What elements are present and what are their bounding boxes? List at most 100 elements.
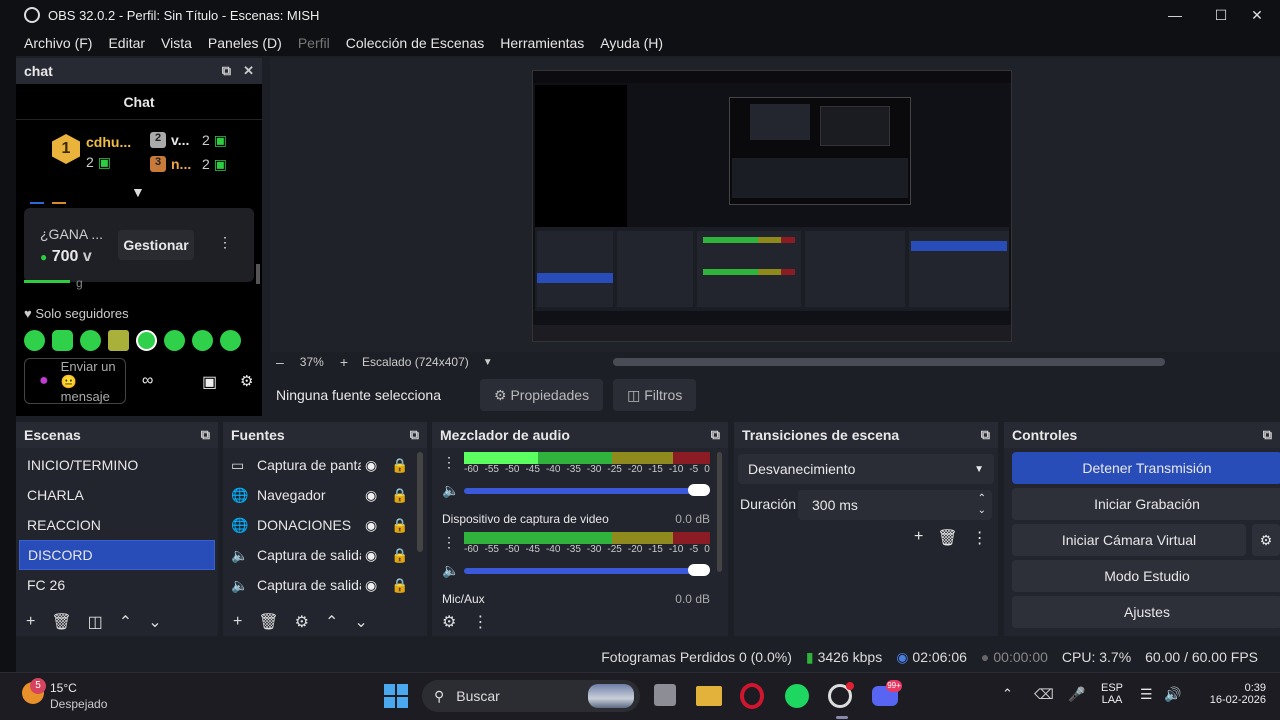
language-indicator[interactable]: ESP LAA	[1100, 682, 1124, 706]
zoom-out-button[interactable]: –	[276, 354, 284, 370]
scrollbar[interactable]	[717, 452, 722, 572]
undock-icon[interactable]: ⧉	[222, 63, 231, 79]
speaker-icon[interactable]: 🔈	[442, 562, 459, 579]
menu-coleccion[interactable]: Colección de Escenas	[346, 35, 485, 51]
channel-menu-icon[interactable]: ⋮	[442, 534, 456, 551]
chevron-down-icon[interactable]: ⌄	[148, 612, 161, 632]
weather-desc[interactable]: Despejado	[50, 697, 107, 711]
wifi-icon[interactable]: ☰	[1140, 686, 1153, 703]
duration-spinbox[interactable]: 300 ms ⌃ ⌄	[798, 490, 992, 520]
menu-perfil[interactable]: Perfil	[298, 35, 330, 51]
channel2-volume-slider[interactable]	[464, 564, 710, 576]
task-view-icon[interactable]	[654, 684, 676, 706]
start-recording-button[interactable]: Iniciar Grabación	[1012, 488, 1280, 520]
undock-icon[interactable]: ⧉	[981, 427, 990, 443]
no-network-icon[interactable]: ⌫	[1034, 686, 1054, 703]
menu-ayuda[interactable]: Ayuda (H)	[600, 35, 663, 51]
mic-icon[interactable]: 🎤	[1068, 686, 1085, 703]
virtual-camera-settings-button[interactable]: ⚙	[1252, 524, 1280, 556]
channel-menu-icon[interactable]: ⋮	[442, 454, 456, 471]
emote-icon[interactable]	[108, 330, 129, 351]
expand-icon[interactable]: ▼	[131, 184, 145, 200]
leader3-name[interactable]: n...	[171, 156, 191, 172]
close-icon[interactable]: ✕	[243, 63, 254, 79]
stop-streaming-button[interactable]: Detener Transmisión	[1012, 452, 1280, 484]
undock-icon[interactable]: ⧉	[201, 427, 210, 443]
gear-icon[interactable]: ⚙	[240, 372, 253, 390]
scene-item-selected[interactable]: DISCORD	[19, 540, 215, 570]
prediction-card[interactable]: ¿GANA ... ● 700 v Gestionar ⋮	[24, 208, 254, 282]
menu-herramientas[interactable]: Herramientas	[500, 35, 584, 51]
undock-icon[interactable]: ⧉	[711, 427, 720, 443]
studio-mode-button[interactable]: Modo Estudio	[1012, 560, 1280, 592]
weather-temp[interactable]: 15°C	[50, 681, 77, 695]
leader1-name[interactable]: cdhu...	[86, 134, 131, 150]
close-button[interactable]: ✕	[1234, 0, 1280, 30]
chat-input[interactable]: ● Enviar un 😐 mensaje	[24, 358, 126, 404]
trash-icon[interactable]: 🗑	[51, 612, 71, 632]
chevron-down-icon[interactable]: ⌄	[354, 612, 367, 632]
chevron-up-icon[interactable]: ⌃	[325, 612, 338, 632]
gear-icon[interactable]: ⚙	[295, 612, 309, 632]
scaling-dropdown-icon[interactable]: ▼	[483, 357, 493, 368]
emote-icon[interactable]	[220, 330, 241, 351]
emote-icon[interactable]	[52, 330, 73, 351]
add-icon[interactable]: +	[233, 613, 242, 631]
filter-icon[interactable]: ◫	[88, 612, 103, 632]
gear-icon[interactable]: ⚙	[442, 612, 456, 632]
speaker-icon[interactable]: 🔈	[442, 482, 459, 499]
settings-button[interactable]: Ajustes	[1012, 596, 1280, 628]
chevron-up-icon[interactable]: ⌃	[1002, 686, 1013, 702]
menu-paneles[interactable]: Paneles (D)	[208, 35, 282, 51]
minimize-button[interactable]: —	[1152, 0, 1198, 30]
store-icon[interactable]: ▣	[202, 372, 217, 392]
chevron-up-icon[interactable]: ⌃	[119, 612, 132, 632]
transition-select[interactable]: Desvanecimiento ▼	[738, 454, 994, 484]
opera-icon[interactable]	[740, 683, 764, 709]
manage-button[interactable]: Gestionar	[118, 230, 194, 260]
more-options-icon[interactable]: ⋮	[472, 612, 488, 632]
source-item[interactable]: 🔈Captura de salida de audio◉🔒	[223, 540, 427, 570]
source-item[interactable]: 🌐 Navegador ◉ 🔒	[223, 480, 427, 510]
trash-icon[interactable]: 🗑	[937, 528, 957, 548]
scene-item[interactable]: FC 26	[19, 570, 215, 600]
add-icon[interactable]: +	[26, 613, 35, 631]
preview-scrollbar[interactable]	[612, 358, 1165, 366]
scene-item[interactable]: CHARLA	[19, 480, 215, 510]
emote-icon[interactable]	[192, 330, 213, 351]
source-item[interactable]: 🔈Captura de salida de audio◉🔒	[223, 570, 427, 600]
filters-button[interactable]: ◫ Filtros	[613, 379, 697, 411]
volume-icon[interactable]: 🔊	[1164, 686, 1181, 703]
slider-knob[interactable]	[688, 484, 710, 496]
properties-button[interactable]: ⚙ Propiedades	[480, 379, 604, 411]
slider-knob[interactable]	[688, 564, 710, 576]
scrollbar[interactable]	[417, 452, 423, 552]
zoom-in-button[interactable]: +	[340, 354, 348, 370]
emote-icon[interactable]	[136, 330, 157, 351]
undock-icon[interactable]: ⧉	[1263, 427, 1272, 443]
spotify-icon[interactable]	[785, 684, 809, 708]
channel-points-icon[interactable]: ∞	[142, 372, 153, 390]
add-icon[interactable]: +	[914, 528, 923, 548]
mic-icon[interactable]: ●	[39, 372, 49, 390]
scene-item[interactable]: REACCION	[19, 510, 215, 540]
leader2-name[interactable]: v...	[171, 132, 189, 148]
start-virtual-camera-button[interactable]: Iniciar Cámara Virtual	[1012, 524, 1246, 556]
channel1-volume-slider[interactable]	[464, 484, 710, 496]
file-explorer-icon[interactable]	[696, 686, 722, 706]
menu-vista[interactable]: Vista	[161, 35, 192, 51]
scrollbar[interactable]	[256, 264, 260, 284]
emote-icon[interactable]	[164, 330, 185, 351]
source-item[interactable]: ▭Captura de pantalla◉🔒	[223, 450, 427, 480]
clock[interactable]: 0:39 16-02-2026	[1196, 682, 1266, 706]
emote-icon[interactable]	[24, 330, 45, 351]
menu-archivo[interactable]: Archivo (F)	[24, 35, 92, 51]
emote-icon[interactable]	[80, 330, 101, 351]
source-item[interactable]: 🌐 DONACIONES ◉ 🔒	[223, 510, 427, 540]
menu-editar[interactable]: Editar	[108, 35, 145, 51]
more-options-icon[interactable]: ⋮	[972, 528, 988, 548]
trash-icon[interactable]: 🗑	[258, 612, 278, 632]
scene-item[interactable]: INICIO/TERMINO	[19, 450, 215, 480]
undock-icon[interactable]: ⧉	[410, 427, 419, 443]
more-options-icon[interactable]: ⋮	[218, 234, 232, 251]
